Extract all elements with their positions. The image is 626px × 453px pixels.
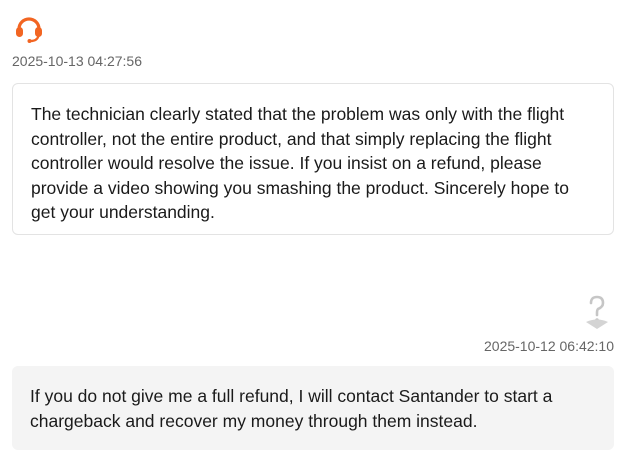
unknown-user-icon	[586, 295, 608, 329]
agent-message-bubble: The technician clearly stated that the p…	[12, 83, 614, 235]
user-message-bubble: If you do not give me a full refund, I w…	[12, 366, 614, 450]
user-message-timestamp: 2025-10-12 06:42:10	[484, 338, 614, 354]
headset-icon	[16, 17, 42, 43]
agent-message-timestamp: 2025-10-13 04:27:56	[12, 53, 142, 69]
